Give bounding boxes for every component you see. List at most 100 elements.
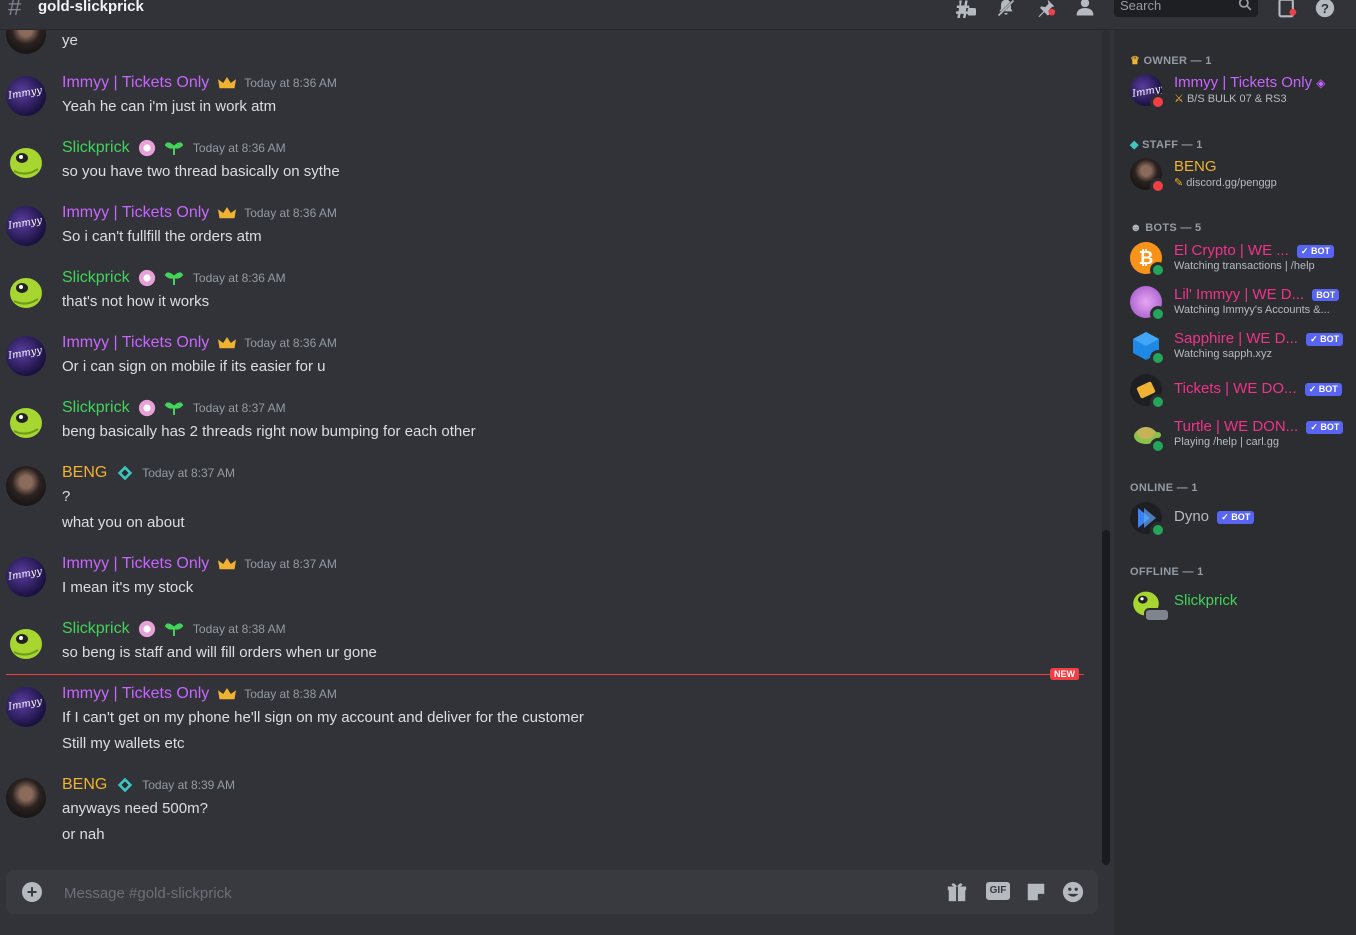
avatar[interactable] <box>6 687 46 727</box>
username[interactable]: Immyy | Tickets Only <box>62 204 209 221</box>
status-online-icon <box>1150 306 1166 322</box>
message-header: Immyy | Tickets Only Today at 8:36 AM <box>62 204 337 224</box>
flower-badge-icon <box>138 139 156 157</box>
add-attachment-button[interactable]: + <box>22 882 42 902</box>
message-text: ye <box>62 32 78 49</box>
new-tag: NEW <box>1050 668 1079 680</box>
username[interactable]: Slickprick <box>62 620 130 637</box>
sticker-icon[interactable] <box>1025 881 1047 903</box>
member-name: Turtle | WE DON... ✓ BOT <box>1174 418 1344 435</box>
message-header: Slickprick Today at 8:36 AM <box>62 139 286 159</box>
inbox-icon[interactable] <box>1276 0 1298 18</box>
member-list-icon[interactable] <box>1074 0 1096 18</box>
threads-icon[interactable] <box>955 0 977 18</box>
message-text: I mean it's my stock <box>62 579 194 596</box>
avatar[interactable] <box>6 30 46 54</box>
member-bot[interactable]: Lil' Immyy | WE D... BOT Watching Immyy'… <box>1130 282 1352 322</box>
member-staff[interactable]: BENG ✎ discord.gg/penggp <box>1130 154 1352 194</box>
member-offline[interactable]: Slickprick <box>1130 582 1352 622</box>
message-text: ? <box>62 488 71 505</box>
avatar[interactable] <box>6 76 46 116</box>
message-header: Slickprick Today at 8:38 AM <box>62 620 286 640</box>
avatar[interactable] <box>6 271 46 311</box>
username[interactable]: Immyy | Tickets Only <box>62 555 209 572</box>
username[interactable]: Slickprick <box>62 269 130 286</box>
timestamp: Today at 8:36 AM <box>244 76 337 90</box>
status-dnd-icon <box>1150 94 1166 110</box>
member-status-text: ✎ discord.gg/penggp <box>1174 177 1277 189</box>
message-text: Yeah he can i'm just in work atm <box>62 98 277 115</box>
emoji-icon[interactable] <box>1062 881 1084 903</box>
nitro-gem-icon: ◈ <box>1316 76 1326 90</box>
role-sprout-icon <box>165 272 184 285</box>
username[interactable]: Immyy | Tickets Only <box>62 685 209 702</box>
avatar[interactable] <box>6 401 46 441</box>
help-icon[interactable]: ? <box>1314 0 1336 18</box>
status-online-icon <box>1150 350 1166 366</box>
flower-badge-icon <box>138 399 156 417</box>
bot-badge: BOT <box>1312 289 1340 302</box>
message-header: Immyy | Tickets Only Today at 8:36 AM <box>62 74 337 94</box>
message-header: Slickprick Today at 8:37 AM <box>62 399 286 419</box>
message: Slickprick Today at 8:36 AM so you have … <box>0 139 1090 189</box>
member-bot[interactable]: Tickets | WE DO... ✓ BOT <box>1130 370 1352 410</box>
message: Slickprick Today at 8:36 AM that's not h… <box>0 269 1090 319</box>
gif-button[interactable]: GIF <box>986 882 1010 900</box>
avatar[interactable] <box>6 557 46 597</box>
member-online[interactable]: Dyno ✓ BOT <box>1130 498 1352 538</box>
search-input[interactable]: Search <box>1114 0 1258 17</box>
avatar[interactable] <box>6 466 46 506</box>
message: BENG Today at 8:37 AM ? what you on abou… <box>0 464 1090 540</box>
crown-icon <box>217 76 236 89</box>
username[interactable]: Immyy | Tickets Only <box>62 334 209 351</box>
staff-badge-icon <box>117 465 132 481</box>
message-text: what you on about <box>62 514 185 531</box>
svg-text:?: ? <box>1321 1 1329 16</box>
message: Immyy | Tickets Only Today at 8:37 AM I … <box>0 555 1090 605</box>
member-name: Tickets | WE DO... ✓ BOT <box>1174 380 1342 397</box>
username[interactable]: BENG <box>62 776 107 793</box>
avatar[interactable] <box>6 622 46 662</box>
scrollbar-thumb[interactable] <box>1102 530 1110 865</box>
member-status-text: Watching Immyy's Accounts &... <box>1174 304 1330 316</box>
timestamp: Today at 8:38 AM <box>192 622 286 637</box>
message-header: Immyy | Tickets Only Today at 8:36 AM <box>62 334 337 354</box>
message: Slickprick Today at 8:37 AM beng basical… <box>0 399 1090 449</box>
message: Immyy | Tickets Only Today at 8:36 AM Ye… <box>0 74 1090 124</box>
username[interactable]: Slickprick <box>62 139 130 156</box>
member-bot[interactable]: Turtle | WE DON... ✓ BOT Playing /help |… <box>1130 414 1352 454</box>
member-name: Dyno ✓ BOT <box>1174 508 1255 525</box>
username[interactable]: Immyy | Tickets Only <box>62 74 209 91</box>
timestamp: Today at 8:36 AM <box>244 206 337 220</box>
message-text: so you have two thread basically on syth… <box>62 163 340 180</box>
avatar[interactable] <box>6 206 46 246</box>
message-header: Immyy | Tickets Only Today at 8:38 AM <box>62 685 337 705</box>
group-header-online: ONLINE — 1 <box>1130 482 1198 494</box>
bot-badge: ✓ BOT <box>1296 244 1334 258</box>
flower-badge-icon <box>138 269 156 287</box>
bot-badge: ✓ BOT <box>1304 382 1342 396</box>
username[interactable]: BENG <box>62 464 107 481</box>
channel-header: # gold-slickprick Search ? <box>0 0 1356 30</box>
avatar[interactable] <box>6 336 46 376</box>
timestamp: Today at 8:36 AM <box>192 141 286 156</box>
message-input[interactable] <box>62 881 866 905</box>
username[interactable]: Slickprick <box>62 399 130 416</box>
message-header: BENG Today at 8:39 AM <box>62 776 235 796</box>
slickprick-avatar-art <box>10 629 42 659</box>
message-text: so beng is staff and will fill orders wh… <box>62 644 377 661</box>
mute-bell-icon[interactable] <box>995 0 1017 18</box>
member-owner[interactable]: Immyy | Tickets Only ◈ ⚔ B/S BULK 07 & R… <box>1130 70 1352 110</box>
role-sprout-icon <box>165 402 184 415</box>
role-sprout-icon <box>165 623 184 636</box>
gift-icon[interactable] <box>946 881 968 903</box>
typing-indicator-icon <box>1144 608 1170 622</box>
avatar[interactable] <box>6 141 46 181</box>
pinned-messages-icon[interactable] <box>1035 0 1057 18</box>
member-bot[interactable]: Sapphire | WE D... ✓ BOT Watching sapph.… <box>1130 326 1352 366</box>
search-placeholder: Search <box>1120 0 1162 13</box>
member-bot[interactable]: ₿ El Crypto | WE ... ✓ BOT Watching tran… <box>1130 238 1352 278</box>
avatar[interactable] <box>6 778 46 818</box>
status-online-icon <box>1150 262 1166 278</box>
activity-icon: ✎ <box>1174 177 1184 189</box>
